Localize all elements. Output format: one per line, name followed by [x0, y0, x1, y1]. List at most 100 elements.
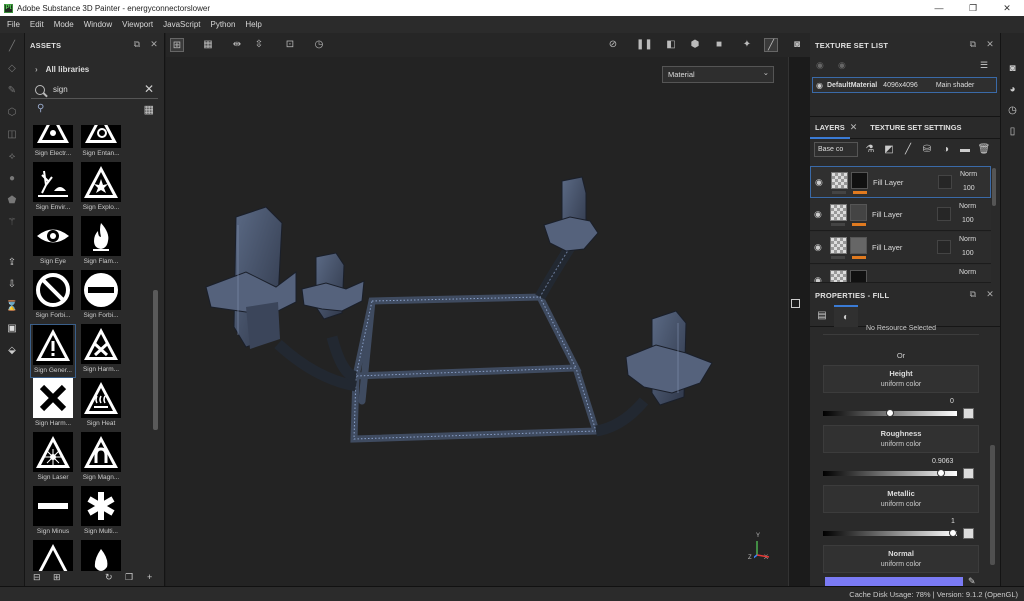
- mirror-x-icon[interactable]: ⇹: [230, 38, 244, 52]
- asset-thumb[interactable]: Sign Harm...: [78, 324, 124, 378]
- menu-python[interactable]: Python: [211, 20, 236, 29]
- add-folder-icon[interactable]: ▬: [958, 144, 972, 155]
- asset-thumb[interactable]: Sign Heat: [78, 378, 124, 432]
- tab-texture-set-settings[interactable]: TEXTURE SET SETTINGS: [865, 117, 966, 139]
- close-icon[interactable]: ✕: [990, 0, 1024, 16]
- window-icon[interactable]: ❐: [125, 572, 133, 583]
- add-effect-icon[interactable]: ⚗: [863, 144, 877, 155]
- layer-row[interactable]: ◉ Fill Layer Norm 100: [810, 166, 991, 198]
- uv-grid-icon[interactable]: ▦: [201, 38, 215, 52]
- add-mask-icon[interactable]: ◑: [939, 144, 953, 155]
- asset-thumb[interactable]: Sign Explo...: [78, 162, 124, 216]
- height-channel[interactable]: Height uniform color: [823, 365, 979, 393]
- eye-icon[interactable]: ◉: [814, 242, 822, 253]
- clear-search-icon[interactable]: ✕: [144, 82, 154, 96]
- menu-mode[interactable]: Mode: [54, 20, 74, 29]
- menu-javascript[interactable]: JavaScript: [163, 20, 200, 29]
- mask-thumbnail[interactable]: [850, 270, 867, 282]
- cube-icon[interactable]: ⬢: [688, 38, 702, 52]
- asset-thumb[interactable]: Sign Gener...: [30, 324, 76, 378]
- asset-thumb[interactable]: Sign Entan...: [78, 125, 124, 162]
- mask-thumbnail[interactable]: [850, 237, 867, 254]
- smudge-icon[interactable]: ◫: [5, 128, 19, 142]
- add-smart-mask-icon[interactable]: ◩: [882, 144, 896, 155]
- search-input[interactable]: [53, 85, 133, 94]
- menu-help[interactable]: Help: [245, 20, 261, 29]
- random-seed-icon[interactable]: [963, 408, 974, 419]
- refresh-icon[interactable]: ↻: [105, 572, 113, 583]
- menu-edit[interactable]: Edit: [30, 20, 44, 29]
- asset-thumb[interactable]: Sign Forbi...: [78, 270, 124, 324]
- add-paint-layer-icon[interactable]: ╱: [901, 144, 915, 155]
- asset-thumb[interactable]: Sign Electr...: [30, 125, 76, 162]
- asset-thumb[interactable]: Sign Envir...: [30, 162, 76, 216]
- clone-icon[interactable]: ⟡: [5, 150, 19, 164]
- filter-icon[interactable]: ⚲: [37, 103, 44, 114]
- mask-thumbnail[interactable]: [850, 204, 867, 221]
- shader-settings-icon[interactable]: ◕: [1007, 84, 1019, 96]
- display-settings-icon[interactable]: ◙: [1007, 63, 1019, 75]
- history-icon[interactable]: ⌛: [5, 300, 19, 314]
- camera-video-icon[interactable]: ■: [712, 38, 726, 52]
- pause-icon[interactable]: ❚❚: [636, 38, 653, 52]
- roughness-channel[interactable]: Roughness uniform color: [823, 425, 979, 453]
- eye-icon[interactable]: ◉: [815, 177, 823, 188]
- library-selector[interactable]: › All libraries: [25, 57, 164, 81]
- tab-layers[interactable]: LAYERS: [810, 117, 850, 139]
- minimize-icon[interactable]: —: [922, 0, 956, 16]
- asset-thumb[interactable]: Sign Flam...: [78, 216, 124, 270]
- eye-icon[interactable]: ◉: [814, 209, 822, 220]
- checkbox-icon[interactable]: [791, 299, 800, 308]
- hide-icon[interactable]: ⊘: [606, 38, 620, 52]
- menu-window[interactable]: Window: [84, 20, 112, 29]
- grid-view-icon[interactable]: ▦: [144, 103, 154, 116]
- mirror-y-icon[interactable]: ⇳: [252, 38, 266, 52]
- asset-thumb[interactable]: Sign Minus: [30, 486, 76, 540]
- visibility-icon[interactable]: ◉: [816, 60, 824, 71]
- log-icon[interactable]: ▯: [1007, 126, 1019, 138]
- texture-set-row[interactable]: ◉ DefaultMaterial 4096x4096 Main shader: [812, 77, 997, 93]
- material-picker-icon[interactable]: ●: [5, 172, 19, 186]
- asset-thumb[interactable]: [30, 540, 76, 571]
- opacity[interactable]: 100: [962, 217, 974, 224]
- roughness-slider[interactable]: [823, 469, 957, 477]
- split-view-icon[interactable]: ◧: [664, 38, 678, 52]
- menu-file[interactable]: File: [7, 20, 20, 29]
- blend-mode[interactable]: Norm: [959, 203, 976, 210]
- asset-thumb[interactable]: Sign Eye: [30, 216, 76, 270]
- history-clock-icon[interactable]: ◷: [312, 38, 326, 52]
- undock-icon[interactable]: ⧉: [970, 39, 977, 50]
- assets-close-icon[interactable]: ✕: [150, 39, 158, 50]
- history-icon[interactable]: ◷: [1007, 105, 1019, 117]
- eraser-icon[interactable]: ◇: [5, 62, 19, 76]
- blend-mode[interactable]: Norm: [959, 269, 976, 276]
- projection-icon[interactable]: ✎: [5, 84, 19, 98]
- blend-mode[interactable]: Norm: [960, 171, 977, 178]
- asset-thumb[interactable]: Sign Multi...: [78, 486, 124, 540]
- layer-row[interactable]: ◉ Norm: [810, 265, 991, 283]
- import-resources-icon[interactable]: ⊞: [53, 572, 61, 583]
- screenshot-icon[interactable]: ◙: [790, 38, 804, 52]
- viewport-mode-select[interactable]: Material: [662, 65, 774, 83]
- layer-row[interactable]: ◉ Fill Layer Norm 100: [810, 199, 991, 231]
- menu-viewport[interactable]: Viewport: [122, 20, 153, 29]
- material-tab-icon[interactable]: ◐: [834, 304, 858, 327]
- frame-icon[interactable]: ⊡: [283, 38, 297, 52]
- slider-knob[interactable]: [937, 469, 946, 477]
- height-slider[interactable]: [823, 409, 957, 417]
- channel-select[interactable]: Base co: [814, 141, 858, 157]
- random-seed-icon[interactable]: [963, 468, 974, 479]
- geometry-mask-icon[interactable]: ⬡: [5, 106, 19, 120]
- assets-scrollbar[interactable]: [153, 290, 158, 430]
- normal-color-swatch[interactable]: [825, 577, 963, 586]
- polygon-fill-icon[interactable]: ⬟: [5, 194, 19, 208]
- random-seed-icon[interactable]: [963, 528, 974, 539]
- slider-knob[interactable]: [949, 529, 957, 537]
- lighting-icon[interactable]: ✦: [740, 38, 754, 52]
- 3d-model-view[interactable]: [166, 57, 786, 588]
- paint-brush-icon[interactable]: ╱: [5, 40, 19, 54]
- box-icon[interactable]: ⬙: [5, 344, 19, 358]
- document-icon[interactable]: ▣: [5, 322, 19, 336]
- visibility-icon[interactable]: ◉: [838, 60, 846, 71]
- add-fill-layer-icon[interactable]: ⛁: [920, 144, 934, 155]
